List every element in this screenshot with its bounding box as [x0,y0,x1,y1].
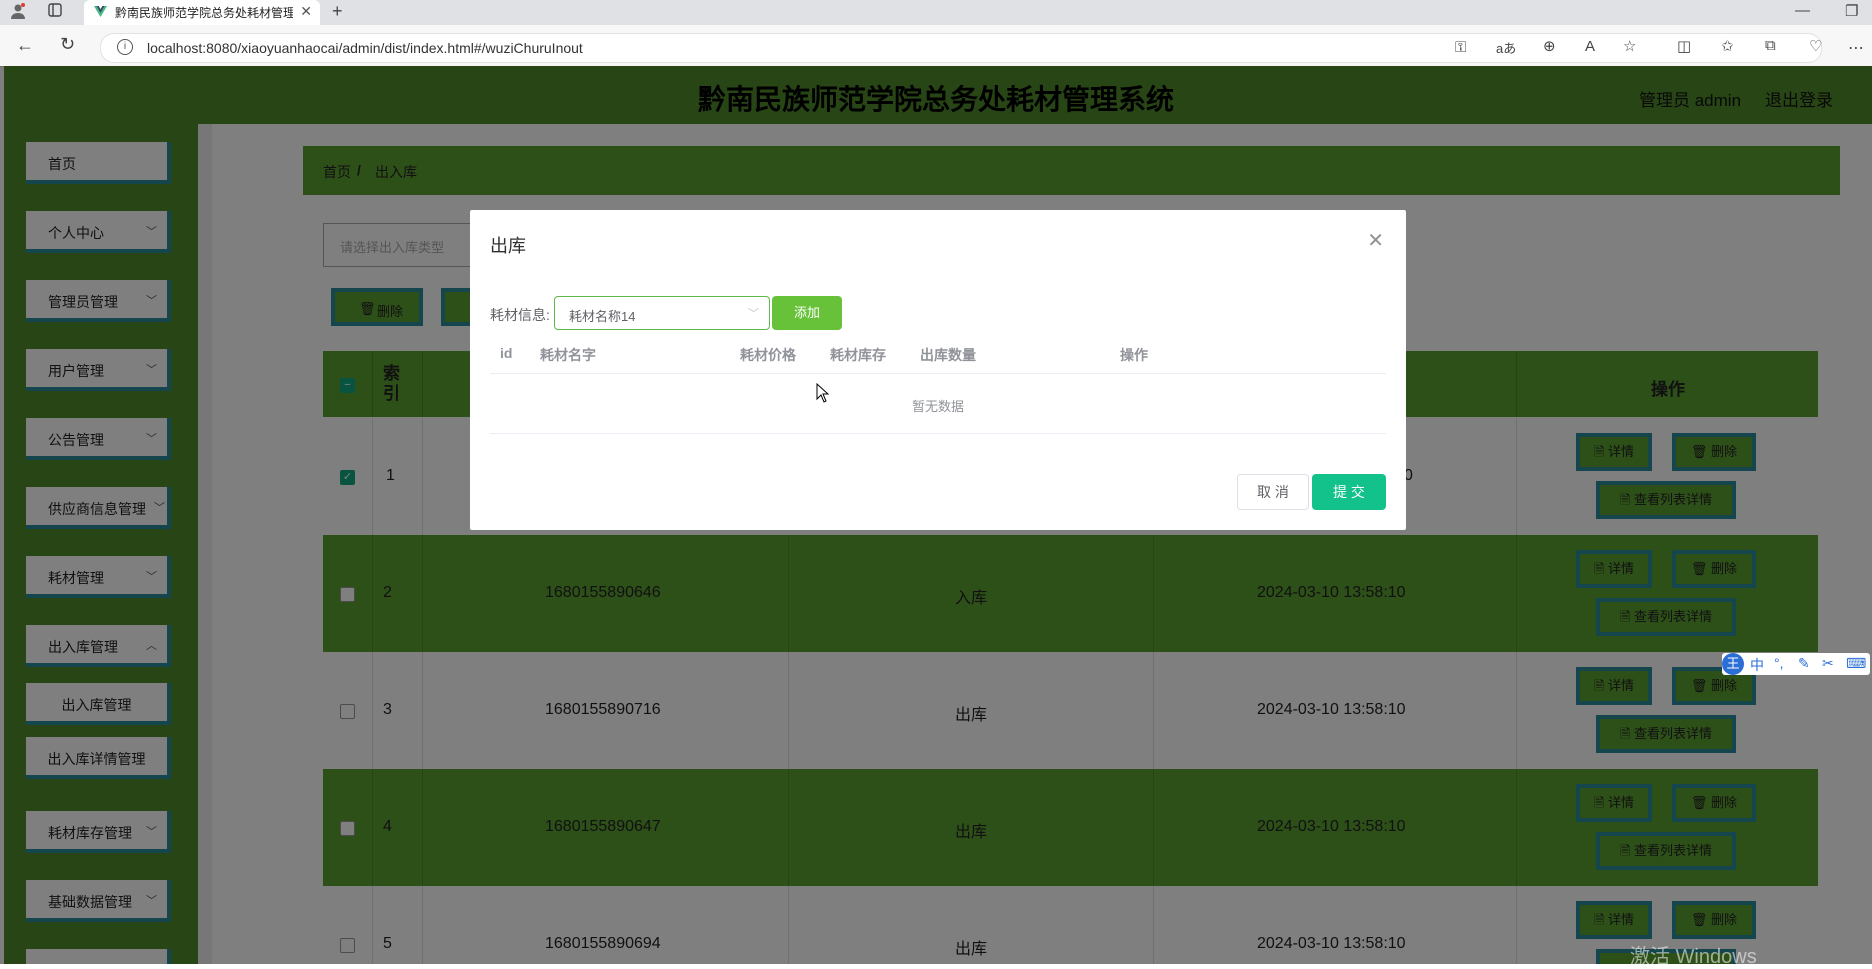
dialog-title: 出库 [490,236,526,256]
table-divider [490,433,1386,434]
windows-activation-watermark: 激活 Windows [1630,946,1757,968]
reload-icon[interactable]: ↻ [60,34,75,55]
tab-title: 黔南民族师范学院总务处耗材管理 [115,6,293,20]
translate-icon[interactable]: aあ [1496,38,1516,57]
ime-logo-icon: 王 [1722,653,1744,675]
ime-mode-label[interactable]: 中 [1750,655,1764,675]
add-material-button[interactable]: 添加 [772,296,842,330]
favorite-star-icon[interactable]: ☆ [1623,37,1636,55]
pen-icon[interactable]: ✎ [1798,655,1810,672]
site-info-icon[interactable]: i [117,39,133,55]
ime-toolbar[interactable]: 王 中 °, ✎ ✂ ⌨ [1722,653,1870,675]
keyboard-icon[interactable]: ⌨ [1846,655,1866,672]
vue-logo-icon [94,6,107,17]
url-text: localhost:8080/xiaoyuanhaocai/admin/dist… [147,40,583,56]
cancel-button[interactable]: 取 消 [1237,474,1309,510]
back-icon[interactable]: ← [16,35,34,56]
collections-icon[interactable]: ⧉ [1765,37,1776,54]
browser-essentials-icon[interactable]: ♡ [1809,37,1822,55]
split-screen-icon[interactable]: ◫ [1677,37,1691,55]
minimize-icon[interactable]: — [1795,2,1810,19]
tab-actions-icon[interactable] [48,3,62,21]
submit-button[interactable]: 提 交 [1312,474,1386,510]
profile-icon[interactable] [10,3,26,23]
table-divider [490,373,1386,374]
outbound-dialog: 出库 ✕ 耗材信息: 耗材名称14 ﹀ 添加 id 耗材名字 耗材价格 耗材库存… [470,210,1406,530]
mouse-cursor-icon [816,383,830,403]
zoom-icon[interactable]: ⊕ [1543,37,1556,55]
col-material-name: 耗材名字 [540,347,596,363]
scissors-icon[interactable]: ✂ [1822,655,1834,672]
material-select-value: 耗材名称14 [569,309,636,324]
favorites-icon[interactable]: ✩ [1721,37,1734,55]
material-select[interactable]: 耗材名称14 ﹀ [554,296,770,330]
key-icon[interactable]: ⚿ [1455,39,1466,56]
col-actions: 操作 [1120,347,1148,363]
url-field[interactable]: i localhost:8080/xiaoyuanhaocai/admin/di… [100,33,1822,63]
col-material-price: 耗材价格 [740,347,796,363]
col-outbound-qty: 出库数量 [920,347,976,363]
close-tab-icon[interactable]: ✕ [300,3,312,20]
close-icon[interactable]: ✕ [1367,228,1384,253]
more-menu-icon[interactable]: ⋯ [1848,38,1864,58]
chevron-down-icon: ﹀ [748,308,759,320]
restore-icon[interactable]: ❐ [1845,2,1858,20]
empty-data-text: 暂无数据 [911,399,964,414]
material-info-label: 耗材信息: [490,307,550,323]
col-material-stock: 耗材库存 [830,347,886,363]
browser-tab-active[interactable]: 黔南民族师范学院总务处耗材管理 ✕ [84,0,320,25]
browser-tab-bar: 黔南民族师范学院总务处耗材管理 ✕ + — ❐ [0,0,1872,25]
col-id: id [500,345,513,361]
read-aloud-icon[interactable]: A [1585,38,1595,55]
new-tab-icon[interactable]: + [332,1,343,22]
punctuation-icon[interactable]: °, [1774,655,1784,671]
